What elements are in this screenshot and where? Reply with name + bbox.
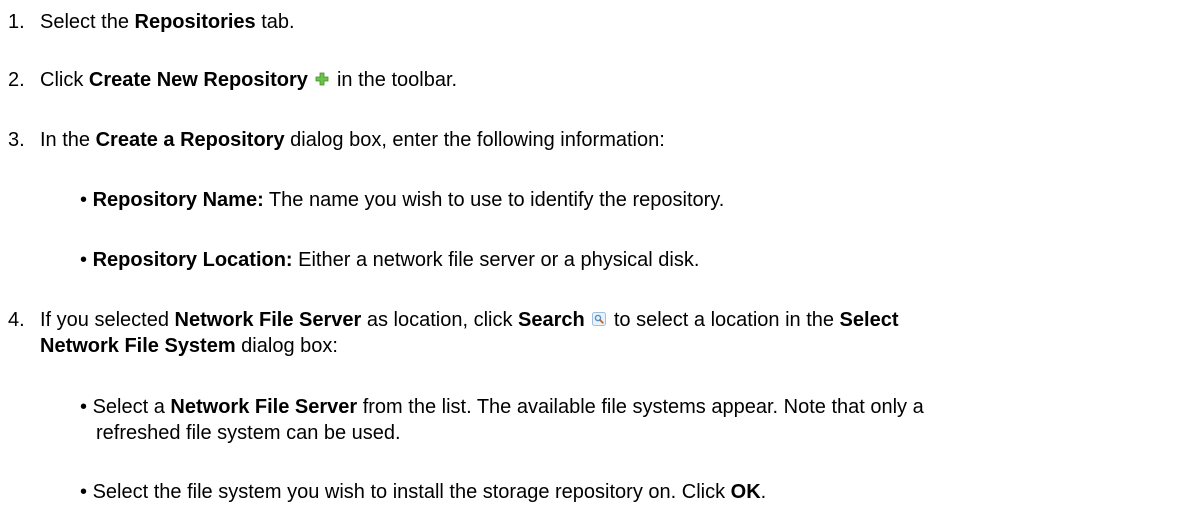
text-segment: Select a	[92, 396, 171, 418]
ui-term-create-a-repository: Create a Repository	[95, 129, 285, 151]
search-icon	[592, 311, 607, 326]
ui-term-search: Search	[518, 309, 585, 331]
plus-icon	[315, 72, 329, 86]
text-segment: tab.	[255, 11, 295, 33]
bullet-text: • Repository Name: The name you wish to …	[80, 188, 724, 212]
bullet-text: • Repository Location: Either a network …	[80, 248, 699, 272]
text-segment: .	[760, 481, 767, 503]
ui-term-ok: OK	[730, 481, 761, 503]
step-number: 3.	[8, 129, 25, 151]
text-segment: as location, click	[361, 309, 519, 331]
bullet-dot: •	[80, 481, 88, 503]
text-segment: in the toolbar.	[331, 69, 458, 91]
step-number: 4.	[8, 309, 25, 331]
ui-term-repositories: Repositories	[134, 11, 256, 33]
ui-term-network-file-server: Network File Server	[170, 396, 358, 418]
ui-term-network-file-server: Network File Server	[174, 309, 362, 331]
step-text: If you selected Network File Server as l…	[40, 308, 898, 332]
text-segment: Select the file system you wish to insta…	[92, 481, 731, 503]
text-segment: Select the	[40, 11, 135, 33]
ui-term-repository-name: Repository Name:	[92, 189, 264, 211]
bullet-dot: •	[80, 189, 88, 211]
document-page: 1. Select the Repositories tab. 2. Click…	[0, 0, 1204, 510]
ui-term-network-file-system: Network File System	[40, 335, 236, 357]
ui-term-create-new-repository: Create New Repository	[88, 69, 308, 91]
text-segment: refreshed file system can be used.	[96, 422, 401, 444]
text-segment: The name you wish to use to identify the…	[263, 189, 725, 211]
text-segment: dialog box:	[235, 335, 338, 357]
step-number: 1.	[8, 11, 25, 33]
bullet-dot: •	[80, 396, 88, 418]
ui-term-select: Select	[839, 309, 899, 331]
step-text: Click Create New Repository in the toolb…	[40, 68, 457, 92]
bullet-text: • Select a Network File Server from the …	[80, 395, 924, 419]
bullet-text: refreshed file system can be used.	[96, 421, 401, 445]
text-segment: Either a network file server or a physic…	[292, 249, 700, 271]
step-number: 2.	[8, 69, 25, 91]
step-text: Select the Repositories tab.	[40, 10, 295, 34]
text-segment: dialog box, enter the following informat…	[284, 129, 665, 151]
text-segment: from the list. The available file system…	[357, 396, 924, 418]
bullet-dot: •	[80, 249, 88, 271]
text-segment: If you selected	[40, 309, 175, 331]
ui-term-repository-location: Repository Location:	[92, 249, 293, 271]
text-segment: Click	[40, 69, 89, 91]
step-text: In the Create a Repository dialog box, e…	[40, 128, 665, 152]
bullet-text: • Select the file system you wish to ins…	[80, 480, 766, 504]
text-segment: In the	[40, 129, 96, 151]
text-segment: to select a location in the	[608, 309, 840, 331]
step-text: Network File System dialog box:	[40, 334, 338, 358]
